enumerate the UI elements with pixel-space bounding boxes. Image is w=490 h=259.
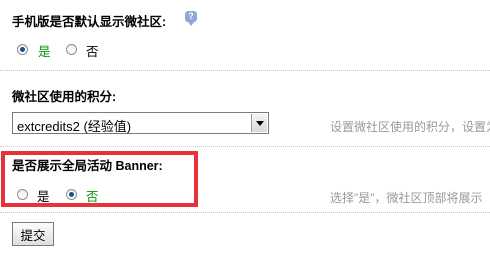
credits-tip: 设置微社区使用的积分，设置为 xyxy=(330,120,490,134)
chevron-down-icon[interactable] xyxy=(251,114,267,132)
divider xyxy=(0,146,490,147)
mobile-default-no-label[interactable]: 否 xyxy=(86,41,99,60)
mobile-default-yes-radio[interactable] xyxy=(17,44,28,55)
credits-select-value: extcredits2 (经验值) xyxy=(17,119,132,134)
help-bubble-icon[interactable]: ? xyxy=(185,11,197,26)
banner-tip: 选择"是"，微社区顶部将展示 xyxy=(330,191,483,205)
mobile-default-yes-label[interactable]: 是 xyxy=(38,41,51,60)
mobile-default-no-radio[interactable] xyxy=(66,44,77,55)
divider xyxy=(0,70,490,71)
credits-title: 微社区使用的积分: xyxy=(12,90,117,104)
submit-button[interactable]: 提交 xyxy=(12,222,54,246)
credits-select[interactable]: extcredits2 (经验值) xyxy=(12,112,269,134)
mobile-default-title: 手机版是否默认显示微社区: xyxy=(12,15,167,29)
divider xyxy=(0,212,490,213)
highlight-box xyxy=(1,151,198,207)
